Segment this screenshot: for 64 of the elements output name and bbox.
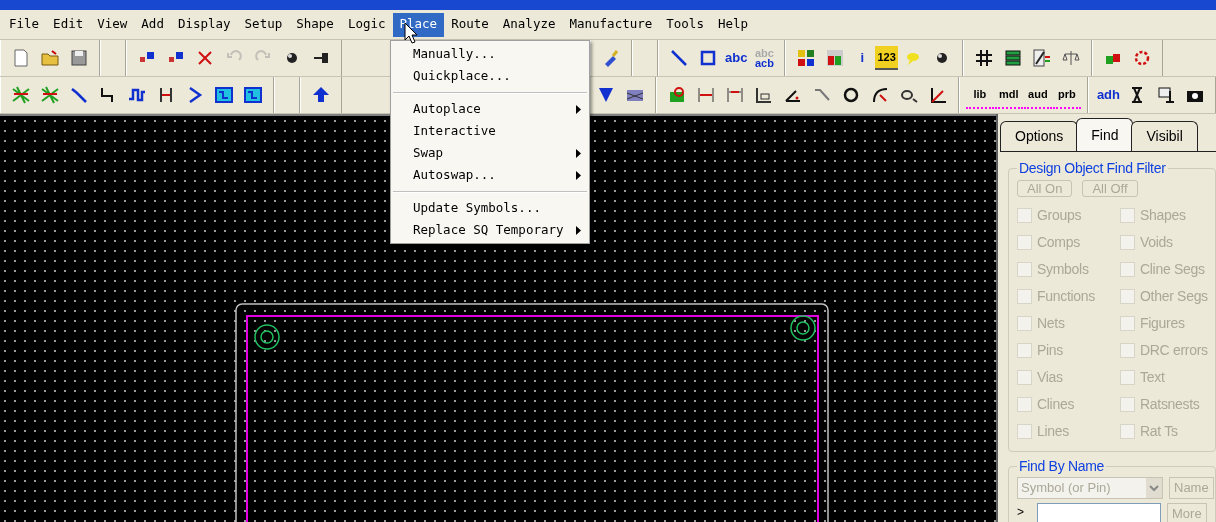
checkbox-label: Comps bbox=[1037, 233, 1080, 252]
submenu-arrow-icon bbox=[576, 225, 581, 235]
menu-entry[interactable]: Interactive bbox=[391, 120, 589, 142]
menu-entry[interactable]: Quickplace... bbox=[391, 65, 589, 87]
mounting-hole bbox=[790, 315, 816, 341]
design-canvas[interactable] bbox=[0, 114, 996, 522]
signal-button[interactable]: lib bbox=[965, 81, 994, 109]
menu-item[interactable]: View bbox=[90, 12, 135, 37]
menu-item[interactable]: Route bbox=[444, 12, 496, 37]
panel-tab[interactable]: Options bbox=[1000, 121, 1079, 151]
signal-button[interactable]: aud bbox=[1023, 81, 1052, 109]
text-line: acb bbox=[754, 58, 774, 68]
menu-entry[interactable]: Update Symbols... bbox=[391, 197, 589, 219]
submenu-arrow-icon bbox=[576, 104, 581, 114]
swap-text-button[interactable]: abc acb bbox=[750, 44, 779, 72]
group-title: Find By Name bbox=[1018, 457, 1106, 476]
panel-tab[interactable]: Visibil bbox=[1131, 121, 1198, 151]
checkbox-label: Symbols bbox=[1037, 260, 1089, 279]
name-input[interactable] bbox=[1037, 503, 1161, 522]
checkbox-label: Figures bbox=[1140, 314, 1185, 333]
menu-entry[interactable]: Swap bbox=[391, 142, 589, 164]
text-line: abc bbox=[754, 48, 774, 58]
menu-item[interactable]: Tools bbox=[659, 12, 711, 37]
prompt-label: > bbox=[1017, 504, 1025, 521]
checkbox-label: Other Segs bbox=[1140, 287, 1208, 306]
ruler-button[interactable]: 123 bbox=[875, 46, 898, 70]
text-tool-button[interactable]: adh bbox=[1094, 81, 1122, 109]
menu-item[interactable]: Display bbox=[170, 12, 238, 37]
text-tool-button[interactable]: abc bbox=[723, 44, 750, 72]
checkbox-label: Text bbox=[1140, 368, 1165, 387]
mounting-hole bbox=[254, 324, 280, 350]
checkbox-label: Shapes bbox=[1140, 206, 1186, 225]
menu-item[interactable]: Help bbox=[710, 12, 756, 37]
group-title: Design Object Find Filter bbox=[1018, 159, 1167, 178]
signal-button[interactable]: mdl bbox=[994, 81, 1023, 109]
checkbox-label: Lines bbox=[1037, 422, 1069, 441]
submenu-arrow-icon bbox=[576, 148, 581, 158]
panel-tab[interactable]: Find bbox=[1076, 118, 1134, 151]
text-tool-button[interactable]: i bbox=[850, 44, 875, 72]
checkbox-label: Groups bbox=[1037, 206, 1082, 225]
menu-item[interactable]: Setup bbox=[237, 12, 290, 37]
checkbox-label: Rat Ts bbox=[1140, 422, 1178, 441]
submenu-arrow-icon bbox=[576, 170, 581, 180]
checkbox-label: Vias bbox=[1037, 368, 1063, 387]
checkbox-label: Functions bbox=[1037, 287, 1095, 306]
checkbox-label: Voids bbox=[1140, 233, 1173, 252]
menu-entry[interactable]: Autoswap... bbox=[391, 164, 589, 186]
menu-item[interactable]: Shape bbox=[289, 12, 341, 37]
menu-item[interactable]: Edit bbox=[46, 12, 91, 37]
menu-item[interactable]: Analyze bbox=[495, 12, 563, 37]
menu-entry[interactable]: Replace SQ Temporary bbox=[391, 219, 589, 241]
checkbox-label: Cline Segs bbox=[1140, 260, 1205, 279]
checkbox-label: DRC errors bbox=[1140, 341, 1208, 360]
checkbox-label: Ratsnests bbox=[1140, 395, 1200, 414]
checkbox-label: Clines bbox=[1037, 395, 1075, 414]
checkbox-label: Pins bbox=[1037, 341, 1064, 360]
menu-item[interactable]: File bbox=[2, 12, 47, 37]
menu-item[interactable]: Manufacture bbox=[562, 12, 660, 37]
menu-item[interactable]: Logic bbox=[340, 12, 393, 37]
signal-button[interactable]: prb bbox=[1052, 81, 1081, 109]
menu-entry[interactable]: Manually... bbox=[391, 43, 589, 65]
menu-item[interactable]: Add bbox=[134, 12, 171, 37]
menu-entry[interactable]: Autoplace bbox=[391, 98, 589, 120]
checkbox-label: Nets bbox=[1037, 314, 1065, 333]
